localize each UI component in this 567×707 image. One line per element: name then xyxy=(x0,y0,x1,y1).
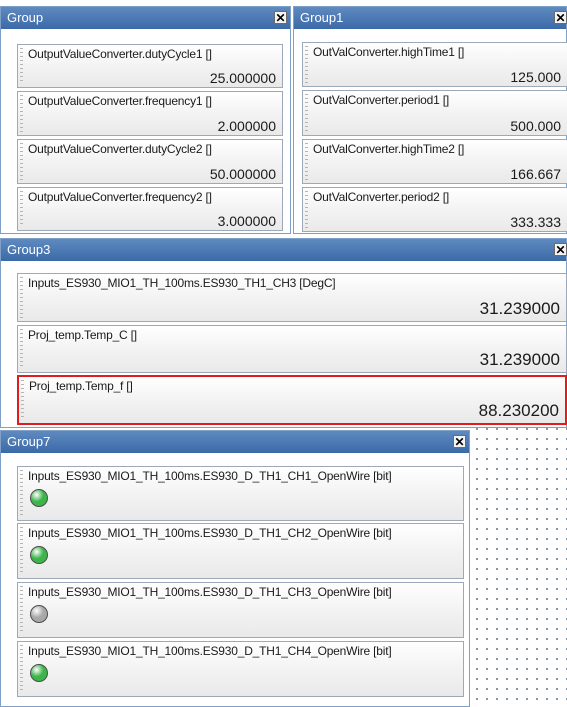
group-tile-3[interactable]: OutputValueConverter.dutyCycle2 [] 50.00… xyxy=(17,139,283,184)
tile-label: Proj_temp.Temp_C [] xyxy=(28,328,137,342)
tile-value: 25.000000 xyxy=(209,70,276,86)
tile-label: OutValConverter.period2 [] xyxy=(313,190,449,204)
tile-label: Inputs_ES930_MIO1_TH_100ms.ES930_TH1_CH3… xyxy=(28,276,336,290)
group7-close-button[interactable]: ✕ xyxy=(453,435,466,448)
group7-panel: Group7 ✕ Inputs_ES930_MIO1_TH_100ms.ES93… xyxy=(0,430,470,707)
group1-tile-1[interactable]: OutValConverter.highTime1 [] 125.000 xyxy=(302,42,567,87)
tile-label: OutValConverter.highTime2 [] xyxy=(313,142,465,156)
tile-label: Inputs_ES930_MIO1_TH_100ms.ES930_D_TH1_C… xyxy=(28,644,392,658)
group7-title-bar[interactable]: Group7 ✕ xyxy=(1,431,469,453)
tile-label: Inputs_ES930_MIO1_TH_100ms.ES930_D_TH1_C… xyxy=(28,526,392,540)
tile-label: OutputValueConverter.frequency1 [] xyxy=(28,94,212,108)
group1-title: Group1 xyxy=(300,10,344,25)
tile-value: 500.000 xyxy=(510,118,561,134)
status-led-icon xyxy=(30,664,48,682)
group7-tile-1[interactable]: Inputs_ES930_MIO1_TH_100ms.ES930_D_TH1_C… xyxy=(17,466,464,521)
group3-tile-2[interactable]: Proj_temp.Temp_C [] 31.239000 xyxy=(17,325,567,373)
group3-tile-1[interactable]: Inputs_ES930_MIO1_TH_100ms.ES930_TH1_CH3… xyxy=(17,273,567,322)
group-tile-4[interactable]: OutputValueConverter.frequency2 [] 3.000… xyxy=(17,187,283,231)
tile-label: Inputs_ES930_MIO1_TH_100ms.ES930_D_TH1_C… xyxy=(28,469,392,483)
tile-value: 88.230200 xyxy=(478,401,559,420)
tile-value: 125.000 xyxy=(510,69,561,85)
tile-value: 333.333 xyxy=(510,214,561,230)
group7-title: Group7 xyxy=(7,434,51,449)
tile-label: OutputValueConverter.dutyCycle1 [] xyxy=(28,47,212,61)
tile-label: Proj_temp.Temp_f [] xyxy=(29,379,133,393)
group-tile-1[interactable]: OutputValueConverter.dutyCycle1 [] 25.00… xyxy=(17,44,283,88)
group-title-bar[interactable]: Group ✕ xyxy=(1,7,290,29)
tile-value: 2.000000 xyxy=(217,118,276,134)
tile-value: 50.000000 xyxy=(209,166,276,182)
tile-label: OutValConverter.period1 [] xyxy=(313,93,449,107)
tile-value: 166.667 xyxy=(510,166,561,182)
group3-title-bar[interactable]: Group3 ✕ xyxy=(1,239,567,261)
group-panel: Group ✕ OutputValueConverter.dutyCycle1 … xyxy=(0,6,291,234)
tile-label: OutputValueConverter.dutyCycle2 [] xyxy=(28,142,212,156)
group7-tile-3[interactable]: Inputs_ES930_MIO1_TH_100ms.ES930_D_TH1_C… xyxy=(17,582,464,638)
group-title: Group xyxy=(7,10,44,25)
tile-label: OutputValueConverter.frequency2 [] xyxy=(28,190,212,204)
group7-tile-2[interactable]: Inputs_ES930_MIO1_TH_100ms.ES930_D_TH1_C… xyxy=(17,523,464,579)
tile-value: 31.239000 xyxy=(479,299,560,318)
group1-tile-4[interactable]: OutValConverter.period2 [] 333.333 xyxy=(302,187,567,232)
group3-close-button[interactable]: ✕ xyxy=(554,243,567,256)
group7-tile-4[interactable]: Inputs_ES930_MIO1_TH_100ms.ES930_D_TH1_C… xyxy=(17,641,464,697)
tile-label: OutValConverter.highTime1 [] xyxy=(313,45,465,59)
status-led-icon xyxy=(30,546,48,564)
group3-title: Group3 xyxy=(7,242,51,257)
tile-value: 31.239000 xyxy=(479,350,560,369)
group1-title-bar[interactable]: Group1 ✕ xyxy=(294,7,567,29)
group3-tile-3-selected[interactable]: Proj_temp.Temp_f [] 88.230200 xyxy=(17,375,567,425)
group3-panel: Group3 ✕ Inputs_ES930_MIO1_TH_100ms.ES93… xyxy=(0,238,567,428)
status-led-icon xyxy=(30,489,48,507)
group1-tile-2[interactable]: OutValConverter.period1 [] 500.000 xyxy=(302,90,567,136)
group1-tile-3[interactable]: OutValConverter.highTime2 [] 166.667 xyxy=(302,139,567,184)
group-close-button[interactable]: ✕ xyxy=(274,11,287,24)
status-led-icon xyxy=(30,605,48,623)
layout-grid-background xyxy=(468,428,567,707)
tile-value: 3.000000 xyxy=(217,213,276,229)
group1-close-button[interactable]: ✕ xyxy=(554,11,567,24)
tile-label: Inputs_ES930_MIO1_TH_100ms.ES930_D_TH1_C… xyxy=(28,585,392,599)
group-tile-2[interactable]: OutputValueConverter.frequency1 [] 2.000… xyxy=(17,91,283,136)
group1-panel: Group1 ✕ OutValConverter.highTime1 [] 12… xyxy=(293,6,567,234)
